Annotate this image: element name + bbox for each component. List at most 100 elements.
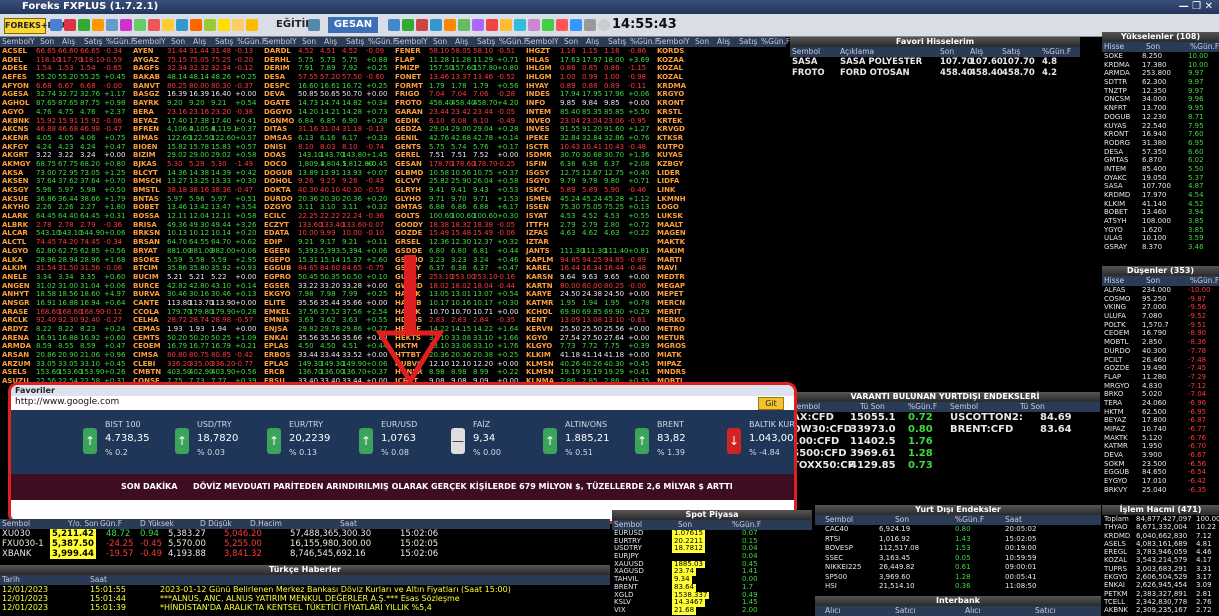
symbol-cell[interactable]: ATSYH (1104, 217, 1127, 226)
index-cell[interactable]: USCOTTON2: (950, 412, 1023, 424)
symbol-cell[interactable]: PCILT (1104, 356, 1122, 365)
toolbar-icon-21[interactable] (444, 19, 456, 31)
symbol-cell[interactable]: ANGEN (2, 282, 30, 291)
symbol-cell[interactable]: ISSEN (526, 203, 549, 212)
symbol-cell[interactable]: GLCVY (395, 177, 421, 186)
index-cell[interactable]: OW30:CFD (792, 424, 852, 436)
column-header[interactable]: Saat (340, 519, 357, 529)
symbol-cell[interactable]: AKGRT (2, 151, 28, 160)
symbol-cell[interactable]: CELHA (133, 316, 159, 325)
toolbar-icon-6[interactable] (120, 19, 132, 31)
table-row[interactable]: KLKIM 41.140 4.52 (1102, 200, 1219, 209)
column-header[interactable]: Son (171, 37, 185, 47)
table-row[interactable]: BEYAZ 17.800 -6.87 (1102, 416, 1219, 425)
symbol-cell[interactable]: SDTTR (1104, 78, 1127, 87)
toolbar-icon-22[interactable] (458, 19, 470, 31)
symbol-cell[interactable]: IHLAS (526, 56, 549, 65)
symbol-cell[interactable]: KLGYO (526, 342, 552, 351)
symbol-cell[interactable]: ALARK (2, 212, 28, 221)
symbol-cell[interactable]: KENT (526, 316, 547, 325)
symbol-cell[interactable]: BIOEN (133, 143, 158, 152)
symbol-cell[interactable]: BUCIM (133, 273, 159, 282)
table-row[interactable]: USDTRY 18.7812 0.04 (612, 545, 812, 554)
table-row[interactable]: ULAS 10.100 3.59 (1102, 234, 1219, 243)
table-row[interactable]: ENKAI 2,626,945,454 3.09 (1102, 581, 1219, 589)
table-row[interactable]: Toplam 84,877,427,097 100.00 (1102, 515, 1219, 523)
symbol-cell[interactable]: ANHYT (2, 290, 29, 299)
symbol-cell[interactable]: ISMEN (526, 195, 551, 204)
foreks-logo[interactable]: FOREKS+PLUS (4, 18, 71, 34)
symbol-cell[interactable]: KLKIM (1104, 200, 1125, 209)
symbol-cell[interactable]: CEOEM (133, 342, 161, 351)
symbol-cell[interactable]: DEVA (1104, 451, 1123, 460)
table-row[interactable]: ULUFA 7.080 -9.52 (1102, 312, 1219, 321)
symbol-cell[interactable]: EREGL (1104, 548, 1127, 556)
table-row[interactable]: ALARK 64.45 64.40 64.45 +0.31 BOSSA 12.11 12.04… (0, 212, 786, 221)
symbol-cell[interactable]: AKYHO (2, 203, 30, 212)
symbol-cell[interactable]: IHYAY (526, 82, 549, 91)
symbol-cell[interactable]: MAVI (657, 264, 677, 273)
symbol-cell[interactable]: KUTPO (657, 143, 684, 152)
symbol-cell[interactable]: KOZAA (657, 56, 684, 65)
table-row[interactable]: ALFAS 234.000 -10.00 (1102, 286, 1219, 295)
index-cell[interactable]: AX:CFD (792, 412, 834, 424)
symbol-cell[interactable]: AGHOL (2, 99, 29, 108)
column-header[interactable]: Sembol (657, 37, 685, 47)
symbol-cell[interactable]: ARDYZ (2, 325, 28, 334)
symbol-cell[interactable]: MEGAP (657, 282, 685, 291)
table-row[interactable]: GSRAY 8.370 3.46 (1102, 243, 1219, 252)
table-row[interactable]: KRONT 16.940 7.60 (1102, 130, 1219, 139)
symbol-cell[interactable]: BMSTL (133, 186, 160, 195)
symbol-cell[interactable]: BAKAB (133, 73, 160, 82)
symbol-cell[interactable]: MAKIM (657, 247, 684, 256)
table-row[interactable]: KOZAL 3,543,214,579 4.17 (1102, 556, 1219, 564)
symbol-cell[interactable]: BAYRK (133, 99, 159, 108)
symbol-cell[interactable]: GENIL (395, 134, 418, 143)
toolbar-icon-24[interactable] (486, 19, 498, 31)
symbol-cell[interactable]: KRONT (1104, 130, 1128, 139)
toolbar-icon-27[interactable] (528, 19, 540, 31)
symbol-cell[interactable]: AFYON (2, 82, 29, 91)
index-cell[interactable]: RTSI (825, 535, 840, 545)
index-cell[interactable]: FXU030-1 (2, 539, 44, 549)
column-header[interactable]: Sembol (792, 47, 820, 57)
url-input[interactable]: http://www.google.com (15, 397, 119, 407)
column-header[interactable]: Tarih (2, 575, 20, 585)
symbol-cell[interactable]: DOGUB (1104, 113, 1130, 122)
symbol-cell[interactable]: FLAP (395, 56, 415, 65)
symbol-cell[interactable]: ARCLK (2, 316, 28, 325)
toolbar-icon-20[interactable] (430, 19, 442, 31)
symbol-cell[interactable]: INFO (526, 99, 545, 108)
table-row[interactable]: AKSEN 37.64 37.62 37.64 +0.70 BMSCH 13.27 13.25… (0, 177, 786, 186)
table-row[interactable]: BRKVY 25.040 -6.35 (1102, 486, 1219, 495)
index-cell[interactable]: TOXX50:CF (792, 460, 854, 472)
column-header[interactable]: %Gün.F (955, 515, 984, 525)
column-header[interactable]: Hisse (1104, 42, 1124, 52)
column-header[interactable]: Son (433, 37, 447, 47)
table-row[interactable]: AGHOL 87.65 87.65 87.75 +0.98 BAYRK 9.20 9.20 9.… (0, 99, 786, 108)
symbol-cell[interactable]: DGNMO (264, 117, 294, 126)
table-row[interactable]: GOZDE 19.490 -7.45 (1102, 364, 1219, 373)
ticker-item[interactable]: ↑ USD/TRY 18,7820 % 0.03 (175, 420, 273, 464)
table-row[interactable]: KUYAS 22.540 7.95 (1102, 122, 1219, 131)
symbol-cell[interactable]: MIATK (657, 351, 682, 360)
symbol-cell[interactable]: FONET (395, 73, 421, 82)
toolbar-icon-8[interactable] (148, 19, 160, 31)
symbol-cell[interactable]: ARMDA (2, 342, 31, 351)
symbol-cell[interactable]: PETKM (1104, 590, 1128, 598)
symbol-cell[interactable]: GSRAY (1104, 243, 1127, 252)
symbol-cell[interactable]: EKGYO (264, 290, 291, 299)
symbol-cell[interactable]: DOHOL (264, 177, 292, 186)
symbol-cell[interactable]: ISCTR (526, 143, 549, 152)
column-header[interactable]: Gün.F (100, 519, 122, 529)
column-header[interactable]: Y (685, 37, 690, 47)
symbol-cell[interactable]: BERA (133, 108, 154, 117)
table-row[interactable]: KRDMD 6,040,662,830 7.12 (1102, 532, 1219, 540)
losers-grid[interactable]: ALFAS 234.000 -10.00 COSMO 95.250 -9.87 VKING 2… (1102, 286, 1219, 496)
symbol-cell[interactable]: GOZDE (1104, 364, 1130, 373)
column-header[interactable]: %Gün.F (1190, 42, 1219, 52)
symbol-cell[interactable]: EMNIS (264, 316, 289, 325)
symbol-cell[interactable]: CANTE (133, 299, 159, 308)
favorite-row[interactable]: FROTO FORD OTOSAN 458.40 458.40 458.70 4.2 (790, 68, 1080, 79)
symbol-cell[interactable]: ARMDA (1104, 69, 1130, 78)
